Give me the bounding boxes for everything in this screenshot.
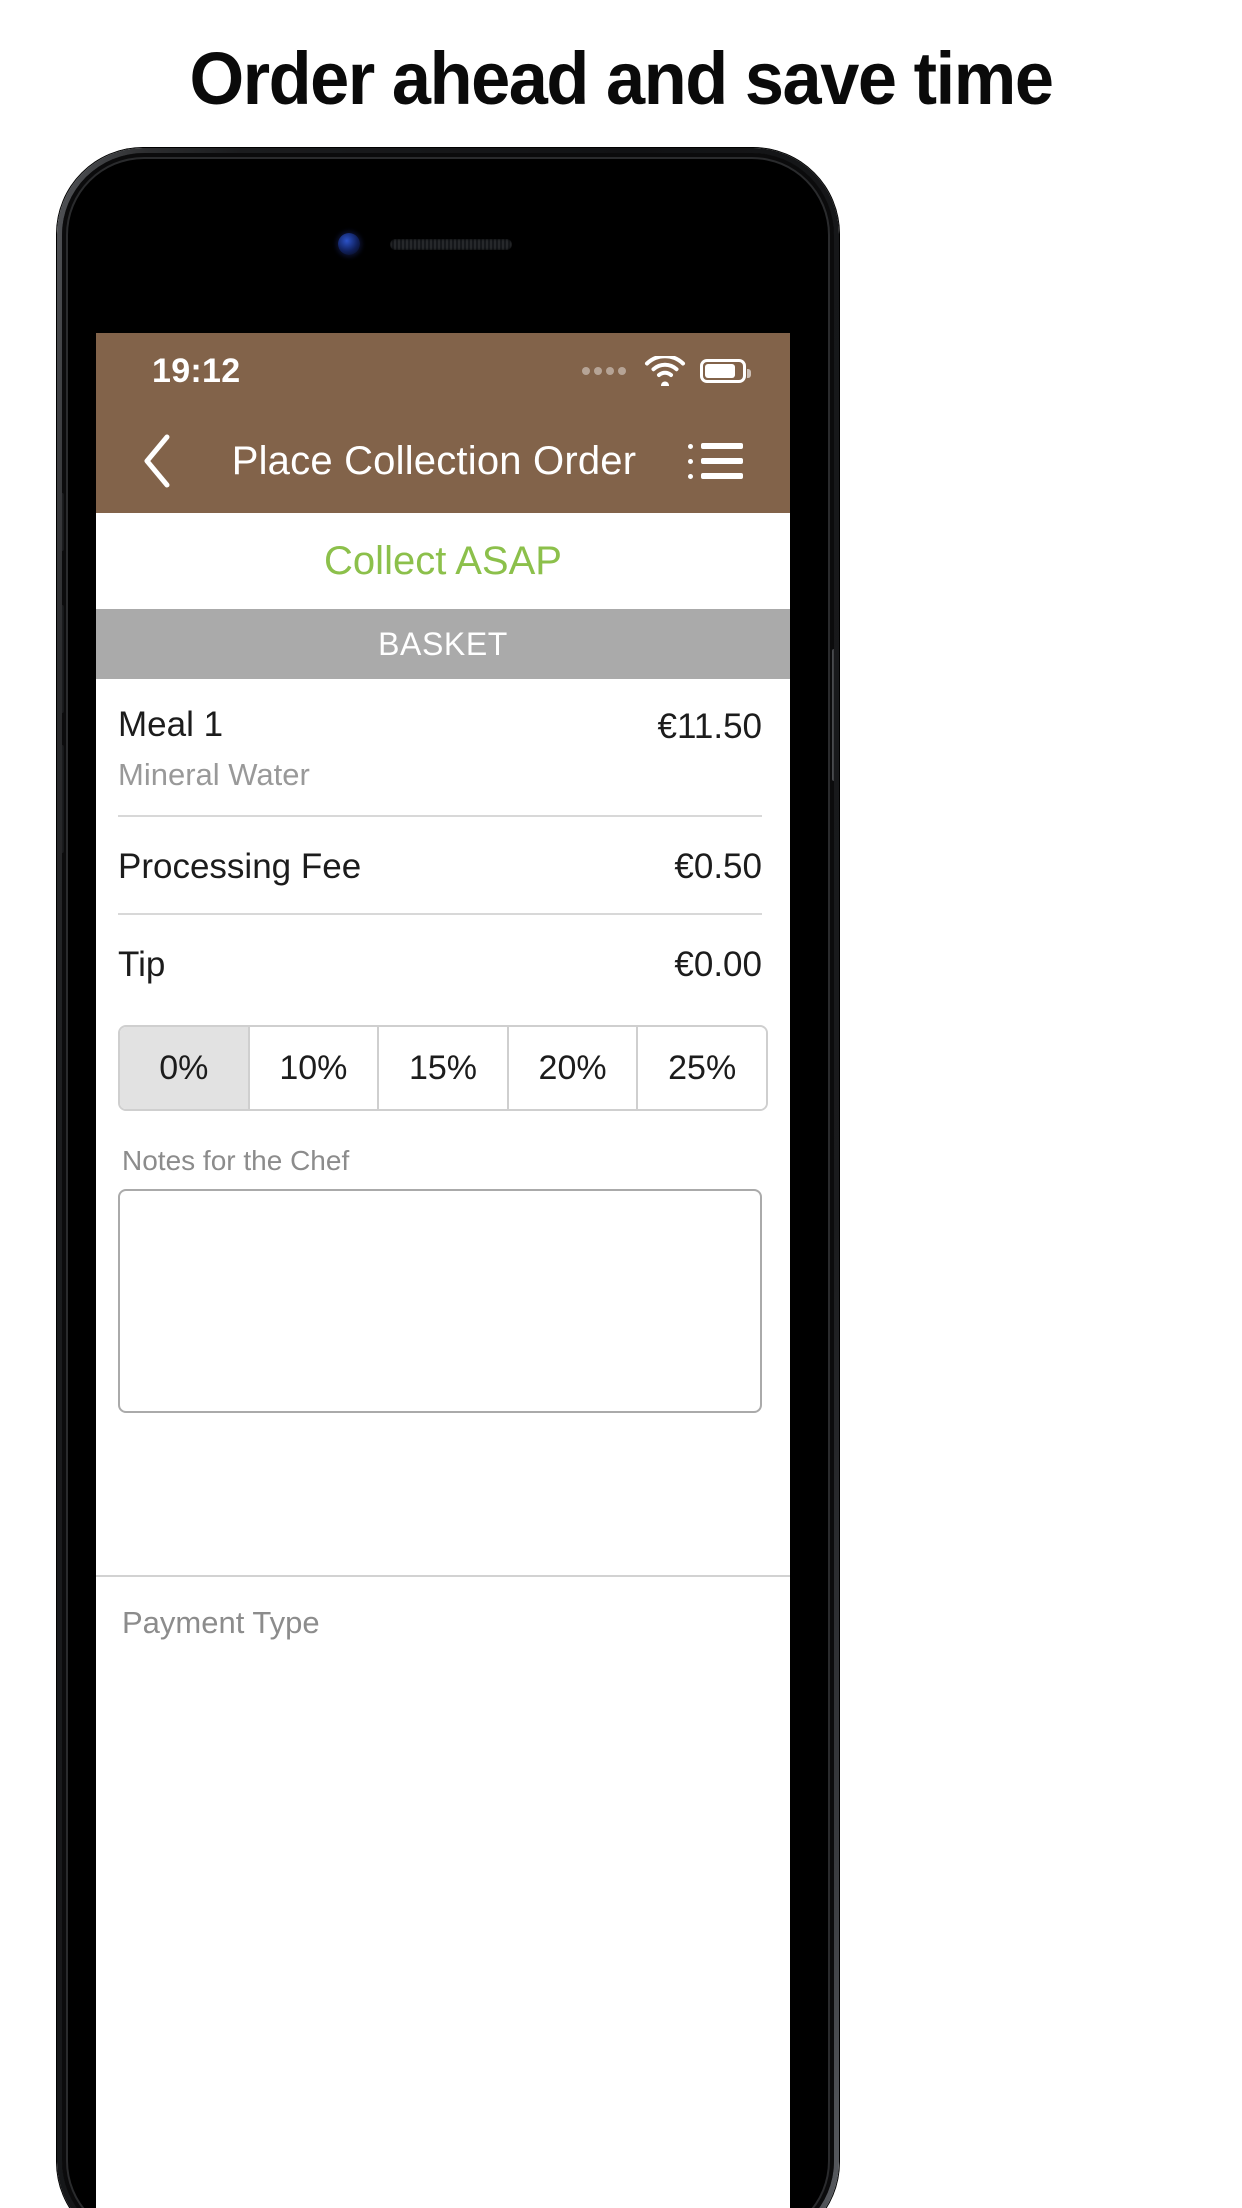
processing-fee-value: €0.50 — [674, 847, 762, 887]
wifi-icon — [645, 356, 685, 386]
status-bar: 19:12 — [96, 333, 790, 409]
phone-screen: 19:12 Place Collection Order Collect ASA… — [96, 333, 790, 2208]
status-time: 19:12 — [152, 351, 241, 390]
tip-label: Tip — [118, 945, 166, 985]
notes-input[interactable] — [118, 1189, 762, 1414]
nav-title: Place Collection Order — [231, 438, 637, 483]
phone-device-frame: 19:12 Place Collection Order Collect ASA… — [57, 148, 839, 2208]
volume-up-button[interactable] — [62, 605, 64, 713]
basket-section-header: BASKET — [96, 609, 790, 679]
list-menu-icon[interactable] — [688, 430, 750, 492]
tip-option-15[interactable]: 15% — [379, 1027, 509, 1110]
tip-option-0[interactable]: 0% — [120, 1027, 250, 1110]
silent-switch[interactable] — [62, 493, 64, 551]
basket-item-price: €11.50 — [657, 707, 762, 746]
tip-value: €0.00 — [674, 945, 762, 985]
tip-option-20[interactable]: 20% — [508, 1027, 639, 1110]
back-button[interactable] — [126, 430, 188, 492]
basket-item-title: Meal 1 — [118, 705, 224, 744]
power-button[interactable] — [832, 649, 834, 781]
screenshot-root: Order ahead and save time 19:12 Place Co… — [0, 0, 1242, 2208]
tip-option-10[interactable]: 10% — [249, 1027, 380, 1110]
earpiece-speaker — [390, 239, 512, 250]
basket-item-info: Meal 1 Mineral Water — [118, 705, 310, 793]
tip-percentage-selector[interactable]: 0% 10% 15% 20% 25% — [118, 1025, 768, 1112]
table-row[interactable]: Meal 1 Mineral Water €11.50 — [118, 679, 762, 818]
basket-list: Meal 1 Mineral Water €11.50 Processing F… — [96, 679, 790, 1642]
payment-type-label: Payment Type — [122, 1605, 320, 1641]
battery-icon — [700, 359, 751, 383]
processing-fee-label: Processing Fee — [118, 847, 362, 887]
tip-row: Tip €0.00 — [118, 915, 762, 1011]
divider — [96, 1575, 790, 1578]
basket-item-subtitle: Mineral Water — [118, 757, 310, 793]
chevron-left-icon — [144, 434, 170, 488]
notes-label: Notes for the Chef — [122, 1145, 350, 1177]
navigation-bar: Place Collection Order — [96, 409, 790, 513]
status-indicators — [582, 356, 751, 386]
collect-asap-label: Collect ASAP — [324, 538, 562, 583]
page-title: Order ahead and save time — [189, 37, 1053, 120]
collect-asap-row[interactable]: Collect ASAP — [96, 513, 790, 609]
volume-down-button[interactable] — [62, 745, 64, 853]
processing-fee-row: Processing Fee €0.50 — [118, 817, 762, 916]
front-camera-icon — [338, 233, 360, 255]
tip-option-25[interactable]: 25% — [638, 1027, 766, 1110]
basket-header-label: BASKET — [378, 625, 508, 662]
signal-dots-icon — [582, 367, 626, 375]
